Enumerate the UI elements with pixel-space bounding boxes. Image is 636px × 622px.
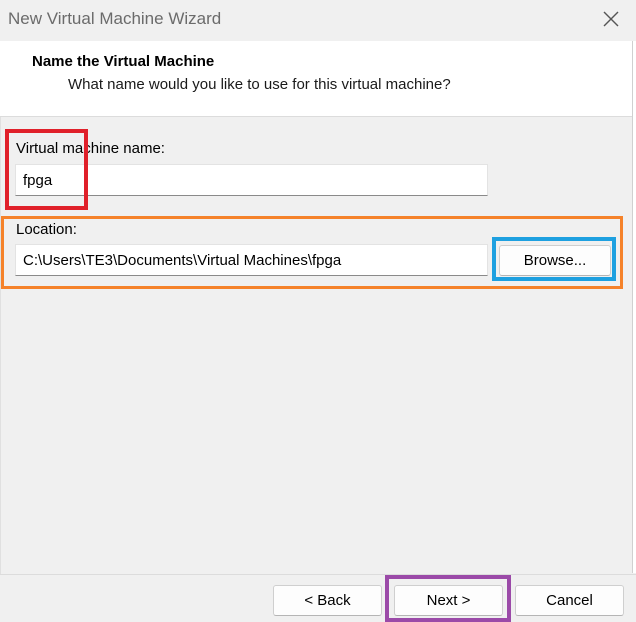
vm-name-label: Virtual machine name:	[16, 140, 165, 157]
location-label: Location:	[16, 221, 77, 238]
wizard-window: New Virtual Machine Wizard Name the Virt…	[0, 0, 636, 622]
header-title: Name the Virtual Machine	[32, 53, 215, 70]
right-edge	[632, 41, 636, 573]
close-icon	[603, 11, 619, 27]
window-title: New Virtual Machine Wizard	[8, 9, 222, 28]
header-subtitle: What name would you like to use for this…	[68, 76, 451, 93]
close-button[interactable]	[596, 4, 626, 34]
browse-button[interactable]: Browse...	[499, 245, 611, 276]
left-edge	[0, 117, 1, 574]
cancel-button[interactable]: Cancel	[515, 585, 624, 616]
location-input[interactable]	[15, 244, 488, 276]
footer-separator	[0, 574, 636, 575]
next-button[interactable]: Next >	[394, 585, 503, 616]
back-button[interactable]: < Back	[273, 585, 382, 616]
title-bar: New Virtual Machine Wizard	[0, 0, 636, 41]
vm-name-input[interactable]	[15, 164, 488, 196]
wizard-header: Name the Virtual Machine What name would…	[0, 41, 632, 117]
